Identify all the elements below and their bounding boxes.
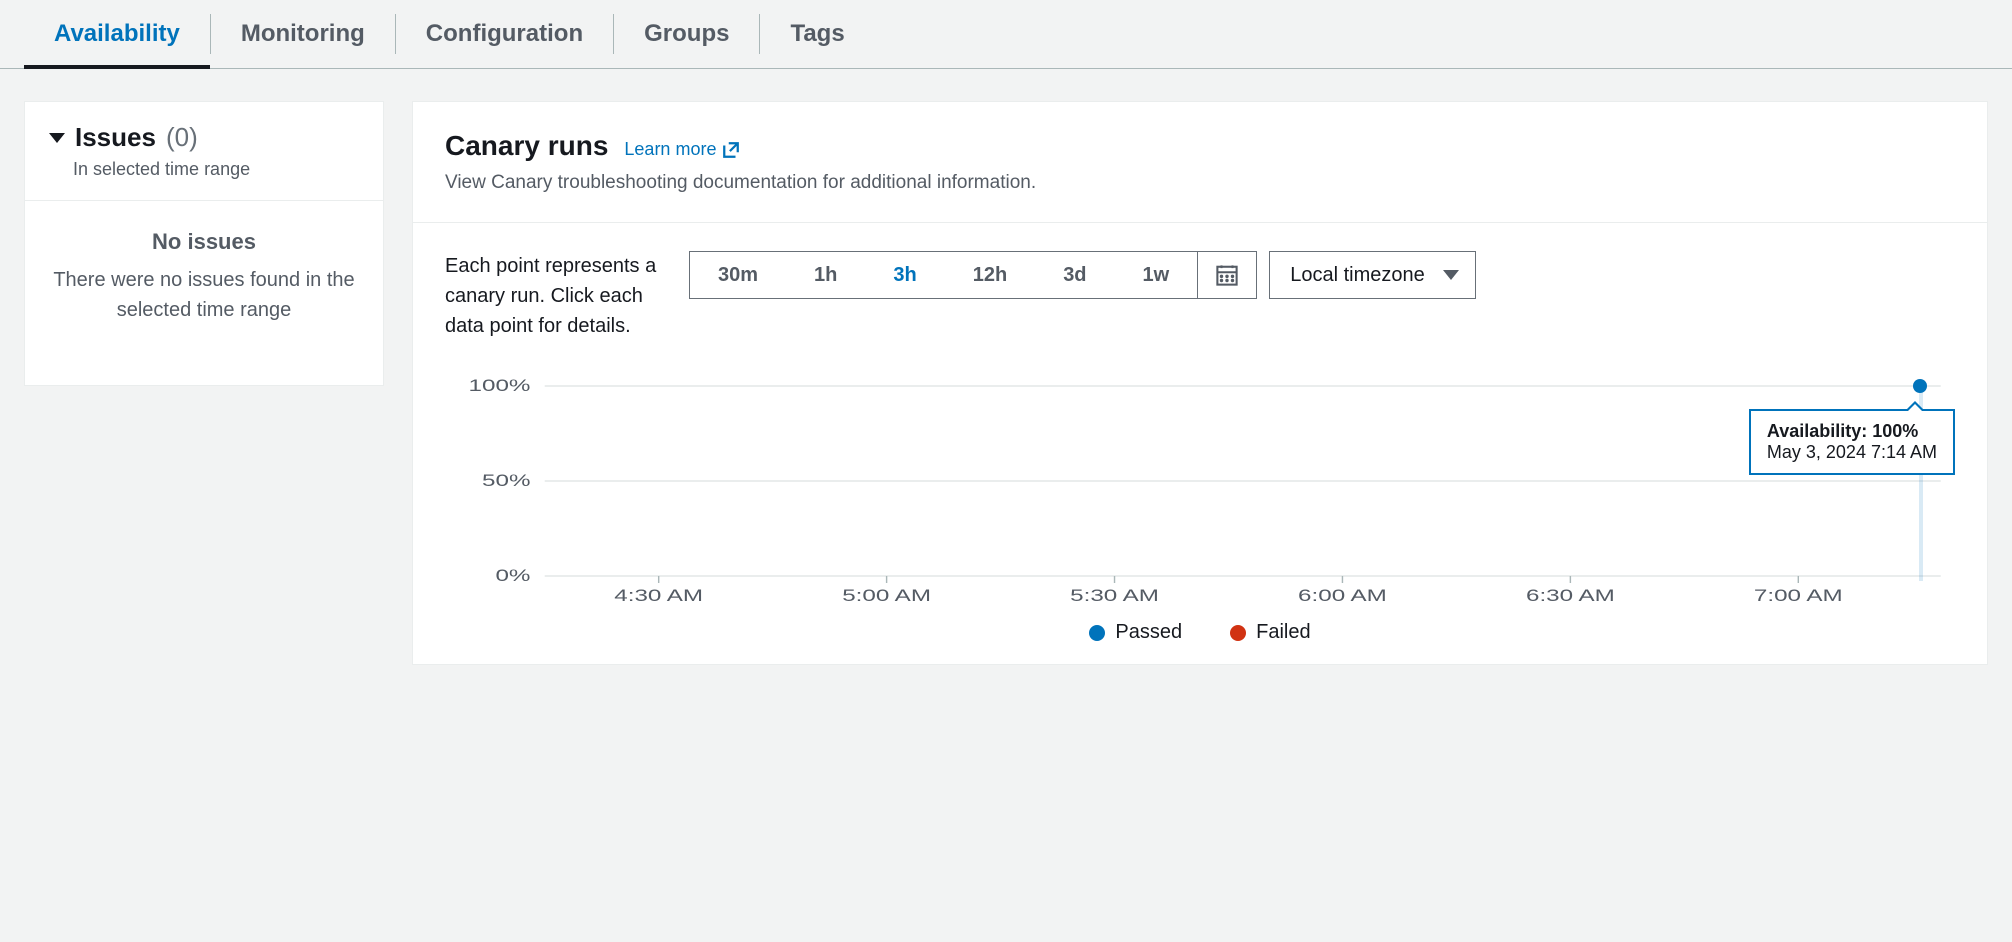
range-30m[interactable]: 30m xyxy=(690,252,786,298)
x-tick: 6:00 AM xyxy=(1298,586,1387,601)
x-tick: 7:00 AM xyxy=(1754,586,1843,601)
tab-availability[interactable]: Availability xyxy=(24,0,210,68)
issues-body: No issues There were no issues found in … xyxy=(25,201,383,385)
range-12h[interactable]: 12h xyxy=(945,252,1035,298)
legend-passed: Passed xyxy=(1089,621,1182,644)
x-tick: 5:30 AM xyxy=(1070,586,1159,601)
chart-description: Each point represents a canary run. Clic… xyxy=(445,251,665,341)
tab-groups[interactable]: Groups xyxy=(614,0,759,68)
legend-passed-label: Passed xyxy=(1115,621,1182,644)
issues-title: Issues xyxy=(75,122,156,153)
x-tick: 5:00 AM xyxy=(842,586,931,601)
range-1h[interactable]: 1h xyxy=(786,252,865,298)
passed-dot-icon xyxy=(1089,625,1105,641)
tooltip-title: Availability: 100% xyxy=(1767,421,1937,442)
y-tick: 100% xyxy=(469,376,531,395)
x-tick: 6:30 AM xyxy=(1526,586,1615,601)
learn-more-link[interactable]: Learn more xyxy=(624,139,740,160)
x-tick: 4:30 AM xyxy=(614,586,703,601)
issues-header[interactable]: Issues (0) In selected time range xyxy=(25,102,383,201)
caret-down-icon xyxy=(49,133,65,143)
chart[interactable]: 100% 50% 0% 4:30 AM 5:00 AM 5:30 AM 6:00… xyxy=(445,361,1955,601)
range-3h[interactable]: 3h xyxy=(865,252,944,298)
panel-title: Canary runs xyxy=(445,130,608,162)
issues-subtitle: In selected time range xyxy=(73,159,359,180)
tab-configuration[interactable]: Configuration xyxy=(396,0,613,68)
calendar-icon xyxy=(1216,264,1238,286)
chart-tooltip: Availability: 100% May 3, 2024 7:14 AM xyxy=(1749,409,1955,475)
issues-panel: Issues (0) In selected time range No iss… xyxy=(24,101,384,386)
content: Issues (0) In selected time range No iss… xyxy=(0,69,2012,697)
timezone-label: Local timezone xyxy=(1290,264,1425,287)
no-issues-title: No issues xyxy=(49,229,359,255)
chart-legend: Passed Failed xyxy=(445,621,1955,644)
tab-bar: AvailabilityMonitoringConfigurationGroup… xyxy=(0,0,2012,69)
chart-svg: 100% 50% 0% 4:30 AM 5:00 AM 5:30 AM 6:00… xyxy=(445,361,1955,601)
y-tick: 0% xyxy=(495,566,530,585)
failed-dot-icon xyxy=(1230,625,1246,641)
divider xyxy=(413,222,1987,223)
timezone-select[interactable]: Local timezone xyxy=(1269,251,1476,299)
chevron-down-icon xyxy=(1443,270,1459,280)
data-point-passed[interactable] xyxy=(1913,379,1927,393)
time-range-group: 30m1h3h12h3d1w xyxy=(689,251,1257,299)
legend-failed: Failed xyxy=(1230,621,1310,644)
panel-subtitle: View Canary troubleshooting documentatio… xyxy=(445,172,1955,194)
tooltip-time: May 3, 2024 7:14 AM xyxy=(1767,442,1937,463)
canary-runs-panel: Canary runs Learn more View Canary troub… xyxy=(412,101,1988,665)
external-link-icon xyxy=(722,141,740,159)
range-3d[interactable]: 3d xyxy=(1035,252,1114,298)
no-issues-text: There were no issues found in the select… xyxy=(49,265,359,325)
range-1w[interactable]: 1w xyxy=(1115,252,1198,298)
learn-more-label: Learn more xyxy=(624,139,716,160)
issues-count: (0) xyxy=(166,122,198,153)
calendar-button[interactable] xyxy=(1197,252,1256,298)
tab-monitoring[interactable]: Monitoring xyxy=(211,0,395,68)
legend-failed-label: Failed xyxy=(1256,621,1310,644)
tab-tags[interactable]: Tags xyxy=(760,0,874,68)
y-tick: 50% xyxy=(482,471,530,490)
